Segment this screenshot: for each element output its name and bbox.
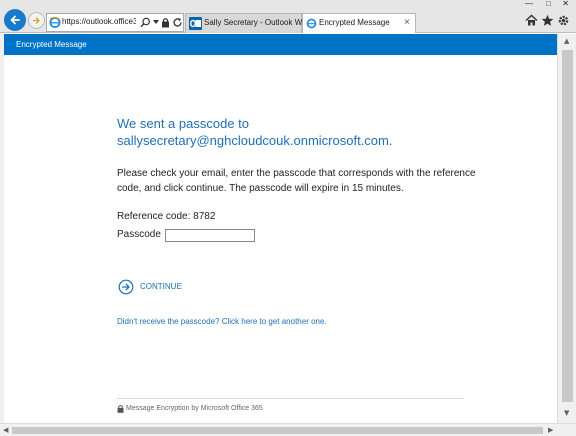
back-button[interactable] bbox=[4, 9, 26, 31]
continue-button[interactable]: CONTINUE bbox=[118, 278, 182, 295]
reference-code: Reference code: 8782 bbox=[117, 211, 216, 222]
continue-label: CONTINUE bbox=[140, 282, 182, 291]
footer: Message Encryption by Microsoft Office 3… bbox=[117, 404, 263, 413]
passcode-input[interactable] bbox=[165, 229, 255, 242]
horizontal-scroll-thumb[interactable] bbox=[12, 427, 543, 434]
browser-chrome: — □ ✕ https://outlook.office3... Sally S… bbox=[0, 0, 576, 33]
address-url[interactable]: https://outlook.office3... bbox=[62, 17, 136, 26]
footer-divider bbox=[117, 398, 464, 399]
search-icon[interactable] bbox=[140, 17, 151, 28]
maximize-button[interactable]: □ bbox=[546, 0, 551, 8]
star-icon[interactable] bbox=[541, 14, 554, 27]
scroll-right-icon[interactable]: ▶ bbox=[548, 426, 553, 434]
tab-label: Encrypted Message bbox=[319, 18, 390, 27]
close-tab-icon[interactable]: × bbox=[404, 17, 410, 28]
minimize-button[interactable]: — bbox=[525, 0, 533, 8]
passcode-label: Passcode bbox=[117, 229, 161, 240]
app-header: Encrypted Message bbox=[4, 34, 557, 55]
tab-outlook-web[interactable]: Sally Secretary - Outlook Web ... bbox=[185, 13, 320, 33]
vertical-scroll-thumb[interactable] bbox=[562, 50, 573, 402]
tab-encrypted-message[interactable]: Encrypted Message × bbox=[302, 13, 416, 33]
horizontal-scrollbar[interactable]: ◀ ▶ bbox=[0, 423, 576, 436]
footer-lock-icon bbox=[117, 404, 124, 413]
gear-icon[interactable] bbox=[557, 14, 570, 27]
window-left-edge bbox=[0, 34, 4, 423]
close-window-button[interactable]: ✕ bbox=[562, 0, 569, 8]
page-heading-email: sallysecretary@nghcloudcouk.onmicrosoft.… bbox=[117, 133, 393, 148]
instructions-text: Please check your email, enter the passc… bbox=[117, 168, 476, 194]
continue-arrow-icon bbox=[118, 279, 134, 294]
refresh-icon[interactable] bbox=[172, 17, 183, 28]
lock-icon[interactable] bbox=[161, 17, 170, 28]
scroll-down-icon[interactable]: ▼ bbox=[564, 409, 569, 417]
dropdown-icon[interactable] bbox=[153, 20, 159, 25]
address-bar[interactable]: https://outlook.office3... bbox=[46, 13, 184, 32]
resend-passcode-link[interactable]: Didn't receive the passcode? Click here … bbox=[117, 317, 327, 326]
scroll-up-icon[interactable]: ▲ bbox=[564, 37, 569, 45]
ie-favicon bbox=[49, 16, 61, 28]
forward-button[interactable] bbox=[28, 12, 45, 29]
back-arrow-icon bbox=[10, 15, 20, 25]
scroll-left-icon[interactable]: ◀ bbox=[3, 426, 8, 434]
vertical-scrollbar[interactable]: ▲ ▼ bbox=[557, 34, 576, 423]
footer-text: Message Encryption by Microsoft Office 3… bbox=[126, 405, 263, 412]
page-heading-line1: We sent a passcode to bbox=[117, 116, 250, 131]
ie-tab-favicon bbox=[306, 18, 317, 29]
app-header-title: Encrypted Message bbox=[16, 40, 87, 49]
home-icon[interactable] bbox=[525, 14, 538, 27]
outlook-favicon bbox=[189, 17, 202, 30]
forward-arrow-icon bbox=[32, 17, 40, 24]
